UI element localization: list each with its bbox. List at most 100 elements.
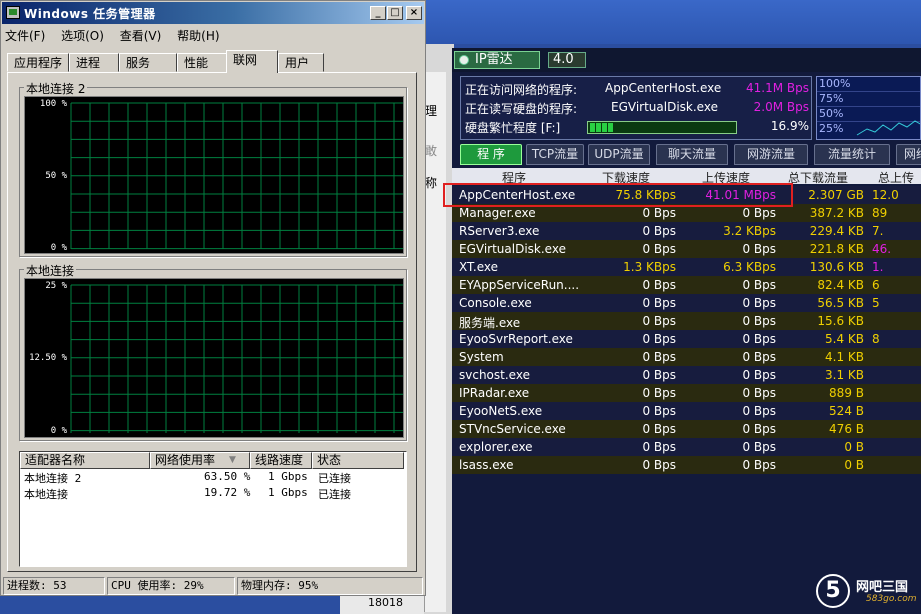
menu-bar: 文件(F) 选项(O) 查看(V) 帮助(H)	[5, 27, 232, 45]
background-label: 称	[425, 176, 438, 190]
column-network-usage[interactable]: 网络使用率 ▼	[150, 452, 250, 469]
tab-udp-traffic[interactable]: UDP流量	[588, 144, 650, 165]
tab-programs[interactable]: 程 序	[460, 144, 522, 165]
total-upload: 7.	[872, 224, 884, 238]
menu-help[interactable]: 帮助(H)	[177, 27, 219, 44]
adapter-row[interactable]: 本地连接 2 63.50 % 1 Gbps 已连接	[20, 469, 406, 485]
status-memory: 物理内存: 95%	[237, 577, 423, 595]
table-row[interactable]: EYAppServiceRun.... 0 Bps 0 Bps 82.4 KB 6	[452, 276, 921, 294]
total-download: 56.5 KB	[817, 296, 864, 310]
download-speed: 0 Bps	[642, 386, 676, 400]
graph-label: 本地连接	[24, 262, 77, 279]
tab-traffic-stats[interactable]: 流量统计	[814, 144, 890, 165]
download-speed: 1.3 KBps	[623, 260, 676, 274]
total-download: 0 B	[844, 440, 864, 454]
graph-label: 本地连接 2	[24, 80, 88, 97]
total-upload: 1.	[872, 260, 884, 274]
close-button[interactable]: ×	[406, 6, 422, 20]
adapter-row[interactable]: 本地连接 19.72 % 1 Gbps 已连接	[20, 485, 406, 501]
ip-radar-window: IP雷达 4.0 正在访问网络的程序: AppCenterHost.exe 41…	[452, 48, 921, 614]
table-row[interactable]: Console.exe 0 Bps 0 Bps 56.5 KB 5	[452, 294, 921, 312]
adapter-speed: 1 Gbps	[268, 486, 308, 499]
info-row-disk: 正在读写硬盘的程序: EGVirtualDisk.exe 2.0M Bps	[465, 99, 809, 117]
menu-options[interactable]: 选项(O)	[61, 27, 104, 44]
total-upload: 8	[872, 332, 880, 346]
download-speed: 0 Bps	[642, 368, 676, 382]
info-value: 2.0M Bps	[753, 100, 809, 114]
table-row[interactable]: RServer3.exe 0 Bps 3.2 KBps 229.4 KB 7.	[452, 222, 921, 240]
table-row[interactable]: EyooNetS.exe 0 Bps 0 Bps 524 B	[452, 402, 921, 420]
tab-networking[interactable]: 联网	[226, 50, 278, 73]
maximize-button[interactable]: □	[387, 6, 403, 20]
column-total-download[interactable]: 总下载流量	[788, 169, 848, 186]
logo-brand: 网吧三国	[856, 580, 909, 595]
logo-glyph: 5	[816, 574, 850, 608]
table-row[interactable]: svchost.exe 0 Bps 0 Bps 3.1 KB	[452, 366, 921, 384]
info-row-disk-busy: 硬盘繁忙程度 [F:] 16.9%	[465, 118, 809, 136]
minimize-button[interactable]: _	[370, 6, 386, 20]
process-name: STVncService.exe	[459, 422, 566, 436]
window-title: Windows 任务管理器	[24, 7, 156, 21]
ip-radar-title-bar[interactable]: IP雷达 4.0	[452, 48, 921, 72]
column-status[interactable]: 状态	[312, 452, 404, 469]
download-speed: 0 Bps	[642, 242, 676, 256]
tab-network[interactable]: 网络	[896, 144, 921, 165]
process-name: System	[459, 350, 504, 364]
graph-group-connection: 本地连接 25 % 12.50 % 0 %	[19, 262, 407, 441]
tab-processes[interactable]: 进程	[69, 53, 119, 72]
table-row[interactable]: STVncService.exe 0 Bps 0 Bps 476 B	[452, 420, 921, 438]
version-label: 4.0	[548, 52, 586, 68]
total-upload: 12.0	[872, 188, 899, 202]
table-row[interactable]: IPRadar.exe 0 Bps 0 Bps 889 B	[452, 384, 921, 402]
table-row[interactable]: 服务端.exe 0 Bps 0 Bps 15.6 KB	[452, 312, 921, 330]
table-row[interactable]: EGVirtualDisk.exe 0 Bps 0 Bps 221.8 KB 46.	[452, 240, 921, 258]
status-processes: 进程数: 53	[3, 577, 105, 595]
info-row-network: 正在访问网络的程序: AppCenterHost.exe 41.1M Bps	[465, 80, 809, 98]
traffic-mini-graph: 100% 75% 50% 25%	[816, 76, 921, 140]
total-download: 889 B	[829, 386, 864, 400]
column-adapter-name[interactable]: 适配器名称	[20, 452, 150, 469]
process-name: RServer3.exe	[459, 224, 540, 238]
table-row[interactable]: EyooSvrReport.exe 0 Bps 0 Bps 5.4 KB 8	[452, 330, 921, 348]
process-name: Manager.exe	[459, 206, 536, 220]
upload-speed: 0 Bps	[742, 296, 776, 310]
table-row[interactable]: System 0 Bps 0 Bps 4.1 KB	[452, 348, 921, 366]
table-row[interactable]: explorer.exe 0 Bps 0 Bps 0 B	[452, 438, 921, 456]
menu-view[interactable]: 查看(V)	[120, 27, 162, 44]
total-download: 387.2 KB	[809, 206, 864, 220]
upload-speed: 0 Bps	[742, 278, 776, 292]
upload-speed: 0 Bps	[742, 440, 776, 454]
column-link-speed[interactable]: 线路速度	[250, 452, 312, 469]
total-upload: 6	[872, 278, 880, 292]
menu-file[interactable]: 文件(F)	[5, 27, 45, 44]
task-manager-window: Windows 任务管理器 _ □ × 文件(F) 选项(O) 查看(V) 帮助…	[0, 0, 426, 596]
status-bar: 进程数: 53 CPU 使用率: 29% 物理内存: 95%	[3, 577, 423, 595]
background-label: 敢	[425, 144, 438, 158]
total-upload: 46.	[872, 242, 892, 256]
disk-busy-value: 16.9%	[770, 119, 809, 133]
table-row[interactable]: XT.exe 1.3 KBps 6.3 KBps 130.6 KB 1.	[452, 258, 921, 276]
adapter-status: 已连接	[318, 472, 351, 485]
tab-performance[interactable]: 性能	[177, 53, 227, 72]
table-row[interactable]: lsass.exe 0 Bps 0 Bps 0 B	[452, 456, 921, 474]
adapter-speed: 1 Gbps	[268, 470, 308, 483]
disk-busy-label: 硬盘繁忙程度 [F:]	[465, 121, 561, 135]
disk-busy-segment	[608, 123, 613, 132]
upload-speed: 0 Bps	[742, 350, 776, 364]
process-name: IPRadar.exe	[459, 386, 530, 400]
title-bar[interactable]: Windows 任务管理器 _ □ ×	[2, 2, 424, 24]
tab-users[interactable]: 用户	[278, 53, 324, 72]
tab-game-traffic[interactable]: 网游流量	[734, 144, 808, 165]
process-name: explorer.exe	[459, 440, 533, 454]
tab-services[interactable]: 服务	[119, 53, 177, 72]
adapter-list: 适配器名称 网络使用率 ▼ 线路速度 状态 本地连接 2 63.50 % 1 G…	[19, 451, 407, 567]
disk-busy-segment	[596, 123, 601, 132]
tab-applications[interactable]: 应用程序	[7, 53, 69, 72]
download-speed: 0 Bps	[642, 332, 676, 346]
tab-chat-traffic[interactable]: 聊天流量	[656, 144, 728, 165]
highlight-box	[443, 183, 793, 207]
activity-info-panel: 正在访问网络的程序: AppCenterHost.exe 41.1M Bps 正…	[460, 76, 812, 140]
tab-tcp-traffic[interactable]: TCP流量	[526, 144, 584, 165]
download-speed: 0 Bps	[642, 296, 676, 310]
process-name: EyooNetS.exe	[459, 404, 543, 418]
